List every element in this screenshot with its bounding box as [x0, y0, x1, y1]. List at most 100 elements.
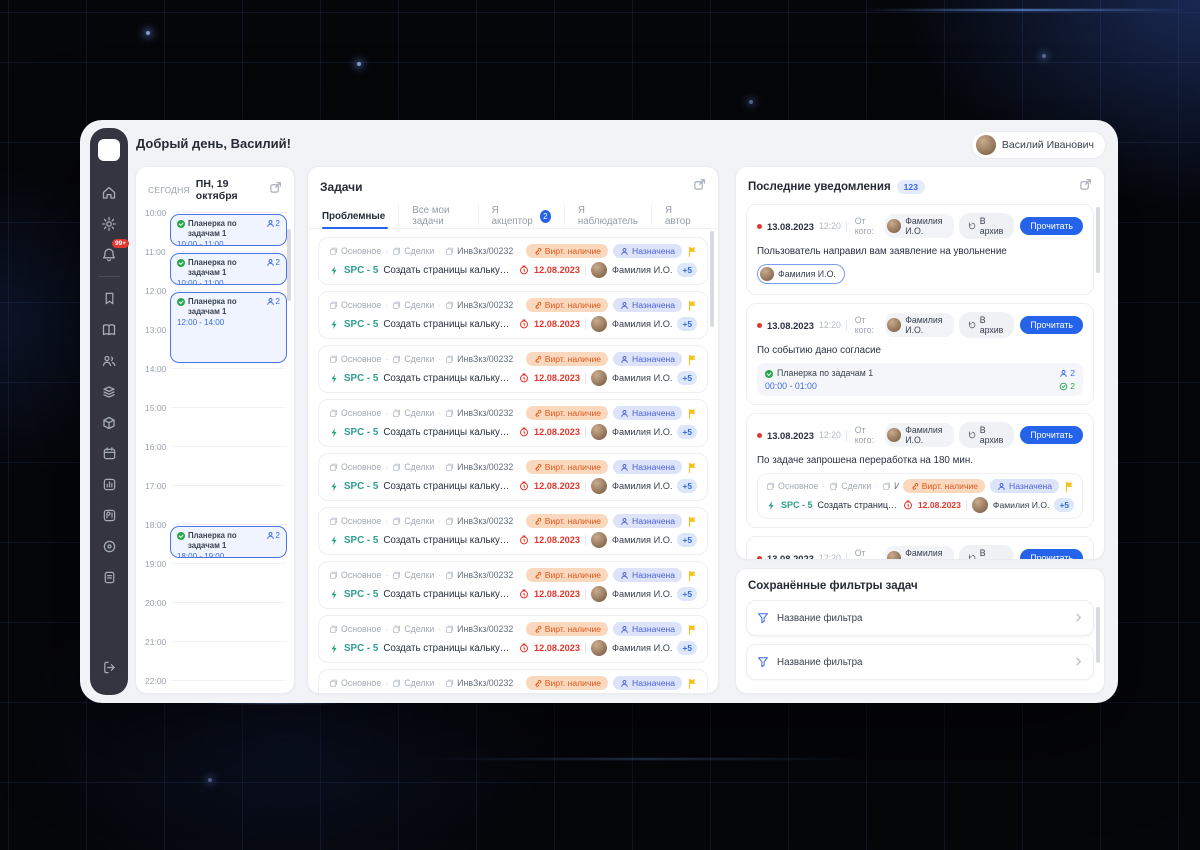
- filters-scrollbar[interactable]: [1096, 607, 1100, 663]
- virtual-availability-chip[interactable]: Вирт. наличие: [525, 622, 609, 636]
- assigned-chip[interactable]: Назначена: [613, 244, 682, 258]
- assigned-chip[interactable]: Назначена: [613, 676, 682, 690]
- users-icon[interactable]: [96, 348, 122, 374]
- read-button[interactable]: Прочитать: [1020, 426, 1083, 444]
- assigned-chip[interactable]: Назначена: [613, 622, 682, 636]
- assigned-chip[interactable]: Назначена: [613, 514, 682, 528]
- assigned-chip[interactable]: Назначена: [613, 352, 682, 366]
- settings-gear-icon[interactable]: [96, 211, 122, 237]
- virtual-availability-chip[interactable]: Вирт. наличие: [525, 352, 609, 366]
- assigned-chip[interactable]: Назначена: [613, 406, 682, 420]
- assigned-chip[interactable]: Назначена: [990, 479, 1059, 493]
- archive-button[interactable]: В архив: [958, 422, 1015, 448]
- task-card[interactable]: Основное· Сделки· ИнвЗкз/00232 Вирт. нал…: [318, 615, 708, 663]
- card-icon[interactable]: [96, 503, 122, 529]
- assignee-avatar: [591, 370, 608, 386]
- more-assignees-chip[interactable]: +5: [677, 533, 697, 547]
- person-attachment-chip[interactable]: Фамилия И.О.: [757, 264, 845, 284]
- book-icon[interactable]: [96, 317, 122, 343]
- archive-button[interactable]: В архив: [958, 545, 1015, 559]
- tab-author[interactable]: Я автор: [650, 204, 704, 228]
- calendar-event[interactable]: Планерка по задачам 1 2 10:00 - 11:00: [170, 214, 287, 246]
- assignee-avatar: [971, 497, 988, 513]
- open-external-icon[interactable]: [693, 178, 706, 196]
- task-key: SPC - 5: [344, 534, 379, 546]
- virtual-availability-chip[interactable]: Вирт. наличие: [525, 298, 609, 312]
- user-profile-chip[interactable]: Василий Иванович: [970, 131, 1106, 159]
- calendar-event[interactable]: Планерка по задачам 1 2 18:00 - 19:00: [170, 526, 287, 558]
- more-assignees-chip[interactable]: +5: [1054, 498, 1074, 512]
- task-card[interactable]: Основное· Сделки· ИнвЗкз/00232 Вирт. нал…: [318, 669, 708, 693]
- virtual-availability-chip[interactable]: Вирт. наличие: [525, 676, 609, 690]
- virtual-availability-chip[interactable]: Вирт. наличие: [525, 460, 609, 474]
- virtual-availability-chip[interactable]: Вирт. наличие: [525, 244, 609, 258]
- cube-icon[interactable]: [96, 410, 122, 436]
- calendar-event[interactable]: Планерка по задачам 1 2 10:00 - 11:00: [170, 253, 287, 285]
- tasks-scrollbar[interactable]: [710, 231, 714, 327]
- assigned-chip[interactable]: Назначена: [613, 568, 682, 582]
- more-assignees-chip[interactable]: +5: [677, 371, 697, 385]
- task-card[interactable]: Основное· Сделки· ИнвЗкз/00232 Вирт. нал…: [318, 399, 708, 447]
- more-assignees-chip[interactable]: +5: [677, 587, 697, 601]
- calendar-scrollbar[interactable]: [287, 229, 291, 301]
- task-card[interactable]: Основное· Сделки· ИнвЗкз/00232 Вирт. нал…: [318, 345, 708, 393]
- bell-icon[interactable]: 99+: [96, 238, 129, 268]
- document-icon[interactable]: [96, 565, 122, 591]
- more-assignees-chip[interactable]: +5: [677, 317, 697, 331]
- virtual-availability-chip[interactable]: Вирт. наличие: [525, 406, 609, 420]
- app-window: 99+ Добрый день, Василий! Василий Иванов: [80, 120, 1118, 703]
- saved-filter-row[interactable]: Название фильтра: [746, 600, 1094, 636]
- virtual-availability-chip[interactable]: Вирт. наличие: [525, 514, 609, 528]
- virtual-availability-chip[interactable]: Вирт. наличие: [902, 479, 986, 493]
- task-card[interactable]: Основное· Сделки· ИнвЗкз/00232 Вирт. нал…: [318, 507, 708, 555]
- saved-filter-row[interactable]: Название фильтра: [746, 644, 1094, 680]
- assigned-chip[interactable]: Назначена: [613, 298, 682, 312]
- read-button[interactable]: Прочитать: [1020, 217, 1083, 235]
- open-external-icon[interactable]: [269, 181, 282, 199]
- home-icon[interactable]: [96, 180, 122, 206]
- tab-acceptor[interactable]: Я акцептор 2: [477, 204, 564, 228]
- read-button[interactable]: Прочитать: [1020, 549, 1083, 559]
- tab-all-my-tasks[interactable]: Все мои задачи: [398, 204, 477, 228]
- link-icon: [535, 409, 542, 417]
- bookmark-icon[interactable]: [96, 286, 122, 312]
- sender-chip[interactable]: Фамилия И.О.: [885, 423, 954, 447]
- sender-chip[interactable]: Фамилия И.О.: [885, 546, 954, 559]
- task-card[interactable]: Основное· Сделки· ИнвЗкз/00232 Вирт. нал…: [318, 291, 708, 339]
- virtual-availability-chip[interactable]: Вирт. наличие: [525, 568, 609, 582]
- calendar-event[interactable]: Планерка по задачам 1 2 12:00 - 14:00: [170, 292, 287, 363]
- chevron-right-icon: [1074, 653, 1083, 671]
- assignee-avatar: [591, 478, 608, 494]
- task-type-icon: [331, 319, 337, 329]
- calendar-icon[interactable]: [96, 441, 122, 467]
- task-breadcrumb: Основное· Сделки· ИнвЗкз/00232: [329, 462, 513, 472]
- event-summary-card[interactable]: Планерка по задачам 1 00:00 - 01:00 2 2: [757, 363, 1083, 396]
- task-card[interactable]: Основное· Сделки· ИнвЗкз/00232 Вирт. нал…: [757, 473, 1083, 519]
- read-button[interactable]: Прочитать: [1020, 316, 1083, 334]
- archive-button[interactable]: В архив: [958, 312, 1015, 338]
- assigned-chip[interactable]: Назначена: [613, 460, 682, 474]
- more-assignees-chip[interactable]: +5: [677, 263, 697, 277]
- disc-icon[interactable]: [96, 534, 122, 560]
- task-card[interactable]: Основное· Сделки· ИнвЗкз/00232 Вирт. нал…: [318, 237, 708, 285]
- filter-list: Название фильтра Название фильтра Назван…: [736, 600, 1104, 688]
- chart-square-icon[interactable]: [96, 472, 122, 498]
- task-card[interactable]: Основное· Сделки· ИнвЗкз/00232 Вирт. нал…: [318, 561, 708, 609]
- app-logo[interactable]: [98, 139, 120, 161]
- notification-time: 12:20: [818, 320, 841, 330]
- more-assignees-chip[interactable]: +5: [677, 479, 697, 493]
- more-assignees-chip[interactable]: +5: [677, 641, 697, 655]
- person-icon: [621, 247, 628, 255]
- tab-problem[interactable]: Проблемные: [322, 204, 398, 229]
- notifications-scrollbar[interactable]: [1096, 207, 1100, 273]
- layers-icon[interactable]: [96, 379, 122, 405]
- task-card[interactable]: Основное· Сделки· ИнвЗкз/00232 Вирт. нал…: [318, 453, 708, 501]
- more-assignees-chip[interactable]: +5: [677, 425, 697, 439]
- sender-chip[interactable]: Фамилия И.О.: [885, 313, 954, 337]
- tab-observer[interactable]: Я наблюдатель: [563, 204, 651, 228]
- logout-icon[interactable]: [96, 655, 122, 681]
- archive-button[interactable]: В архив: [958, 213, 1015, 239]
- open-external-icon[interactable]: [1079, 178, 1092, 196]
- person-icon: [266, 532, 274, 539]
- sender-chip[interactable]: Фамилия И.О.: [885, 214, 954, 238]
